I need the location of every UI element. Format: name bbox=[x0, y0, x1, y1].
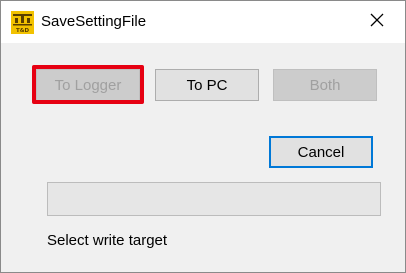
save-setting-file-dialog: T&D SaveSettingFile To Logger To PC Both… bbox=[0, 0, 406, 273]
to-logger-highlight bbox=[32, 65, 144, 104]
app-icon-caption: T&D bbox=[16, 28, 30, 34]
both-button[interactable]: Both bbox=[273, 69, 377, 101]
close-icon bbox=[370, 13, 384, 32]
t-and-d-logo-icon: T&D bbox=[11, 11, 34, 34]
dialog-body: To Logger To PC Both Cancel Select write… bbox=[1, 43, 405, 272]
progress-bar bbox=[47, 182, 381, 216]
window-title: SaveSettingFile bbox=[41, 13, 147, 30]
title-bar[interactable]: T&D SaveSettingFile bbox=[1, 1, 405, 43]
cancel-button[interactable]: Cancel bbox=[269, 136, 373, 168]
to-pc-button[interactable]: To PC bbox=[155, 69, 259, 101]
status-text: Select write target bbox=[47, 232, 168, 249]
close-button[interactable] bbox=[359, 7, 395, 37]
